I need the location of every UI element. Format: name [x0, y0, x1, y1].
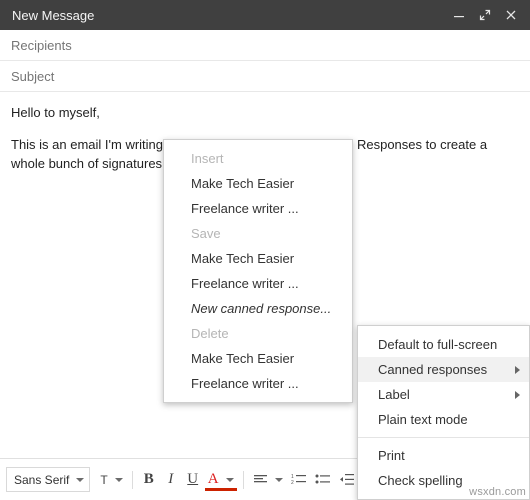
window-title: New Message — [12, 7, 95, 23]
menu-item-label: Make Tech Easier — [191, 251, 295, 266]
recipients-placeholder: Recipients — [11, 37, 72, 53]
recipients-field[interactable]: Recipients — [0, 30, 530, 61]
bulleted-list-button[interactable] — [311, 467, 335, 493]
menu-item-label: Print — [378, 448, 405, 463]
menu-item-plain-text-mode[interactable]: Plain text mode — [358, 407, 529, 432]
menu-item-canned-responses[interactable]: Canned responses — [358, 357, 529, 382]
canned-insert-label: Insert — [191, 151, 224, 166]
compose-titlebar: New Message — [0, 0, 530, 30]
menu-item-default-full-screen[interactable]: Default to full-screen — [358, 332, 529, 357]
menu-item-label: Freelance writer ... — [191, 201, 299, 216]
underline-button[interactable]: U — [182, 467, 204, 493]
chevron-down-icon — [225, 477, 234, 482]
canned-save-header: Save — [164, 221, 352, 246]
submenu-arrow-icon — [515, 365, 520, 374]
canned-delete-item-1[interactable]: Freelance writer ... — [164, 371, 352, 396]
body-line-1: Hello to myself, — [11, 105, 100, 120]
canned-delete-item-0[interactable]: Make Tech Easier — [164, 346, 352, 371]
font-size-button[interactable]: T — [96, 467, 126, 493]
bold-label: B — [143, 471, 154, 487]
toolbar-divider — [242, 470, 244, 489]
compose-window: New Message Recipients Subject Hello to … — [0, 0, 530, 500]
chevron-down-icon — [76, 477, 85, 482]
menu-item-label: New canned response... — [191, 301, 332, 316]
menu-item-label[interactable]: Label — [358, 382, 529, 407]
font-size-label: T — [100, 472, 108, 487]
italic-label: I — [168, 471, 174, 487]
canned-responses-submenu: Insert Make Tech Easier Freelance writer… — [163, 139, 353, 403]
close-button[interactable] — [504, 8, 518, 22]
menu-item-label: Check spelling — [378, 473, 463, 488]
more-options-menu: Default to full-screen Canned responses … — [357, 325, 530, 500]
menu-item-label: Canned responses — [378, 362, 488, 377]
canned-insert-item-1[interactable]: Freelance writer ... — [164, 196, 352, 221]
numbered-list-button[interactable]: 1 2 — [287, 467, 311, 493]
font-family-value: Sans Serif — [14, 472, 70, 487]
menu-item-label: Default to full-screen — [378, 337, 498, 352]
menu-divider — [358, 437, 529, 438]
submenu-arrow-icon — [515, 390, 520, 399]
canned-insert-header: Insert — [164, 146, 352, 171]
canned-save-item-1[interactable]: Freelance writer ... — [164, 271, 352, 296]
window-controls — [452, 8, 522, 22]
menu-item-label: Label — [378, 387, 410, 402]
menu-item-label: Freelance writer ... — [191, 276, 299, 291]
bold-button[interactable]: B — [138, 467, 160, 493]
canned-insert-item-0[interactable]: Make Tech Easier — [164, 171, 352, 196]
font-family-select[interactable]: Sans Serif — [6, 467, 91, 492]
chevron-down-icon — [274, 477, 283, 482]
canned-new-response-item[interactable]: New canned response... — [164, 296, 352, 321]
text-color-button[interactable]: A — [204, 467, 238, 493]
fullscreen-button[interactable] — [478, 8, 492, 22]
svg-text:2: 2 — [291, 480, 294, 486]
italic-button[interactable]: I — [160, 467, 182, 493]
subject-field[interactable]: Subject — [0, 61, 530, 92]
toolbar-divider — [131, 470, 133, 489]
minimize-button[interactable] — [452, 8, 466, 22]
decrease-indent-button[interactable] — [335, 467, 359, 493]
underline-label: U — [187, 471, 199, 487]
text-color-label: A — [207, 471, 219, 487]
menu-item-label: Freelance writer ... — [191, 376, 299, 391]
menu-item-label: Make Tech Easier — [191, 351, 295, 366]
chevron-down-icon — [114, 477, 123, 482]
text-color-swatch — [204, 487, 237, 491]
canned-delete-header: Delete — [164, 321, 352, 346]
canned-save-item-0[interactable]: Make Tech Easier — [164, 246, 352, 271]
subject-placeholder: Subject — [11, 68, 55, 84]
menu-item-label: Make Tech Easier — [191, 176, 295, 191]
align-button[interactable] — [249, 467, 287, 493]
menu-item-label: Plain text mode — [378, 412, 468, 427]
canned-save-label: Save — [191, 226, 221, 241]
menu-item-print[interactable]: Print — [358, 443, 529, 468]
canned-delete-label: Delete — [191, 326, 229, 341]
watermark: wsxdn.com — [469, 486, 526, 498]
